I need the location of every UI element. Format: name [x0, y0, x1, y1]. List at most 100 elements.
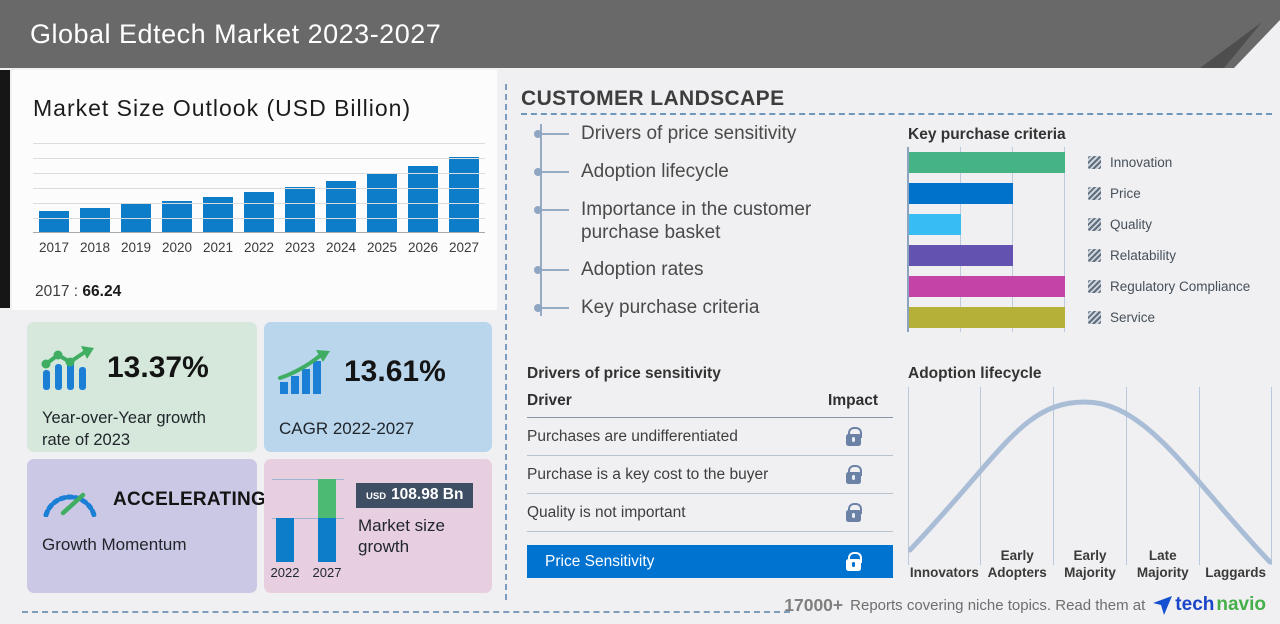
key-purchase-criteria-title: Key purchase criteria	[908, 126, 1066, 143]
note-year: 2017	[35, 283, 70, 300]
page-title: Global Edtech Market 2023-2027	[30, 19, 442, 49]
market-bar-2018	[80, 208, 110, 232]
infographic-page: Global Edtech Market 2023-2027 Market Si…	[0, 0, 1280, 624]
landscape-item-label: Adoption lifecycle	[581, 161, 729, 182]
market-outlook-title: Market Size Outlook (USD Billion)	[33, 95, 412, 121]
kpc-legend-label: Price	[1110, 186, 1141, 201]
table-header-row: Driver Impact	[527, 392, 893, 418]
kpc-bar-Price	[909, 183, 1013, 204]
price-sensitivity-title: Drivers of price sensitivity	[527, 365, 721, 382]
page-curl-decoration	[1200, 20, 1280, 68]
kpc-legend-item-2: Quality	[1088, 214, 1250, 235]
kpc-legend-label: Regulatory Compliance	[1110, 279, 1251, 294]
x-tick-2020: 2020	[161, 240, 193, 255]
driver-row-1: Purchase is a key cost to the buyer	[527, 456, 893, 494]
footer: 17000+ Reports covering niche topics. Re…	[784, 594, 1266, 616]
x-tick-2018: 2018	[79, 240, 111, 255]
kpc-bar-Innovation	[909, 152, 1065, 173]
yoy-growth-card: 13.37% Year-over-Year growth rate of 202…	[27, 322, 257, 452]
landscape-item-3: Adoption rates	[534, 258, 884, 282]
landscape-item-label: Key purchase criteria	[581, 297, 760, 319]
landscape-item-2: Importance in the customer purchase bask…	[534, 198, 884, 244]
landscape-item-list: Drivers of price sensitivity Adoption lif…	[534, 122, 884, 320]
landscape-item-1: Adoption lifecycle	[534, 160, 884, 184]
stage-label-3: Late Majority	[1136, 548, 1189, 581]
table-body: Purchases are undifferentiated Purchase i…	[527, 418, 893, 532]
impact-cell	[813, 464, 893, 484]
market-bar-2020	[162, 201, 192, 232]
lock-icon	[845, 551, 862, 571]
x-tick-2023: 2023	[284, 240, 316, 255]
x-tick-2021: 2021	[202, 240, 234, 255]
driver-row-2: Quality is not important	[527, 494, 893, 532]
kpc-legend-label: Service	[1110, 310, 1156, 325]
bar-trend-icon	[41, 346, 94, 390]
price-sensitivity-highlight-row[interactable]: Price Sensitivity	[527, 545, 893, 578]
timeline-connector	[542, 133, 569, 135]
hatch-swatch-icon	[1088, 280, 1101, 293]
cagr-value: 13.61%	[344, 355, 446, 388]
driver-label: Purchase is a key cost to the buyer	[527, 465, 769, 483]
hatch-swatch-icon	[1088, 218, 1101, 231]
timeline-dot-icon	[534, 168, 542, 176]
size-growth-card: 2022 2027 USD 108.98 Bn Market size grow…	[264, 459, 492, 593]
usd-amount-badge: USD 108.98 Bn	[356, 483, 474, 508]
hatch-swatch-icon	[1088, 156, 1101, 169]
col-impact: Impact	[828, 392, 878, 409]
adoption-lifecycle-title: Adoption lifecycle	[908, 365, 1042, 382]
kpc-bar-Service	[909, 307, 1065, 328]
landscape-item-4: Key purchase criteria	[534, 296, 884, 320]
stage-label-2: Early Majority	[1064, 548, 1116, 581]
x-tick-2027: 2027	[448, 240, 480, 255]
kpc-bar-Quality	[909, 214, 961, 235]
footer-text: Reports covering niche topics. Read them…	[850, 596, 1146, 614]
speedometer-icon	[43, 492, 97, 517]
yoy-value: 13.37%	[107, 351, 209, 384]
kpc-legend-item-3: Relatability	[1088, 245, 1250, 266]
landscape-item-label: Importance in the customer purchase bask…	[581, 199, 812, 244]
yoy-label: Year-over-Year growth rate of 2023	[42, 409, 206, 449]
market-bar-2026	[408, 166, 438, 232]
kpc-legend-item-0: Innovation	[1088, 152, 1250, 173]
plot-gridline-1	[33, 158, 485, 159]
kpc-legend-label: Innovation	[1110, 155, 1173, 170]
momentum-card: ACCELERATING Growth Momentum	[27, 459, 266, 593]
market-bar-2027	[449, 157, 479, 232]
technavio-logo[interactable]: tech navio	[1152, 594, 1266, 616]
lock-icon	[845, 464, 862, 484]
driver-label: Purchases are undifferentiated	[527, 427, 738, 445]
x-tick-2024: 2024	[325, 240, 357, 255]
market-chart-x-labels: 2017 2018 2019 2020 2021 2022 2023 2024 2025 2026…	[35, 240, 483, 255]
brand-navio: navio	[1216, 594, 1266, 615]
note-value: 66.24	[82, 283, 122, 300]
growth-curve-icon	[278, 350, 330, 394]
kpc-legend-item-1: Price	[1088, 183, 1250, 204]
impact-cell	[813, 426, 893, 446]
plot-gridline-3	[33, 188, 485, 189]
adoption-bell-curve	[908, 399, 1272, 565]
kpc-bars	[909, 152, 1065, 328]
timeline-dot-icon	[534, 130, 542, 138]
lock-icon	[845, 426, 862, 446]
badge-amount: 108.98 Bn	[391, 486, 464, 503]
mini-bar-2027-growth	[318, 479, 336, 518]
stage-label-0: Innovators	[909, 565, 979, 581]
hatch-swatch-icon	[1088, 311, 1101, 324]
kpc-bar-Relatability	[909, 245, 1013, 266]
kpc-legend-item-5: Service	[1088, 307, 1250, 328]
column-divider	[505, 84, 507, 600]
landscape-item-0: Drivers of price sensitivity	[534, 122, 884, 146]
x-tick-2022: 2022	[243, 240, 275, 255]
kpc-legend-label: Relatability	[1110, 248, 1177, 263]
highlight-label: Price Sensitivity	[545, 552, 655, 570]
hatch-swatch-icon	[1088, 187, 1101, 200]
momentum-value: ACCELERATING	[113, 489, 267, 510]
plot-gridline-5	[33, 218, 485, 219]
left-accent-bar	[0, 70, 10, 308]
adoption-stage-labels: Innovators Early Adopters Early Majority La…	[908, 540, 1272, 582]
x-tick-2017: 2017	[38, 240, 70, 255]
market-bar-2023	[285, 187, 315, 232]
mini-year-end: 2027	[312, 565, 342, 580]
kpc-legend: Innovation Price Quality Relatability Regula…	[1088, 152, 1250, 328]
x-tick-2025: 2025	[366, 240, 398, 255]
